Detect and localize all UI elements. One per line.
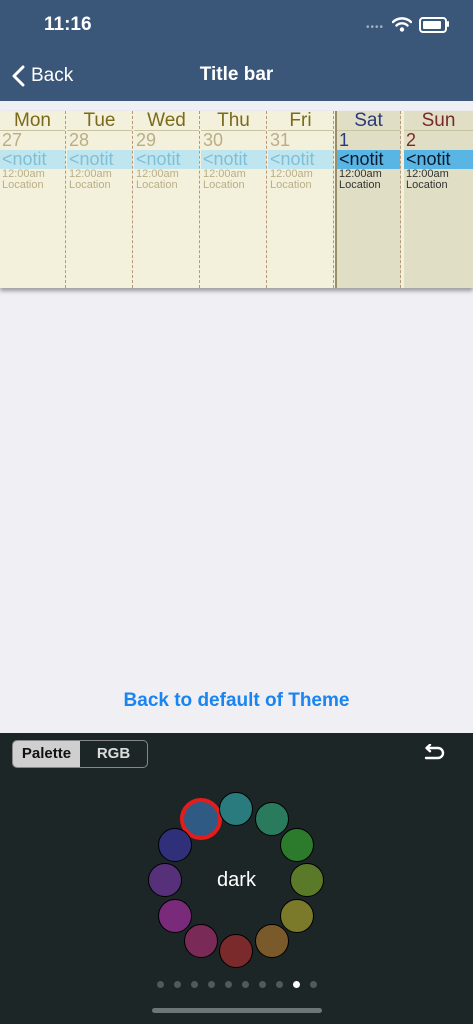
day-date: 31 <box>270 130 291 150</box>
reset-theme-link[interactable]: Back to default of Theme <box>0 690 473 712</box>
day-of-week: Fri <box>268 111 333 131</box>
event-title[interactable]: <notit <box>337 150 400 169</box>
event-location: Location <box>136 179 178 191</box>
day-date: 30 <box>203 130 224 150</box>
color-swatch[interactable] <box>219 792 253 826</box>
home-indicator <box>152 1008 322 1013</box>
day-date: 2 <box>406 130 417 150</box>
color-name-label: dark <box>217 869 256 891</box>
day-column-fri[interactable]: Fri 31 <notit 12:00am Location <box>268 111 334 288</box>
color-swatch[interactable] <box>280 827 315 862</box>
day-of-week: Sun <box>404 111 473 131</box>
color-swatch[interactable] <box>219 934 253 968</box>
event-title[interactable]: <notit <box>404 150 473 169</box>
header: 11:16 •••• Back Title bar <box>0 0 473 101</box>
event-location: Location <box>339 179 381 191</box>
event-title[interactable]: <notit <box>268 150 333 169</box>
page-dot[interactable] <box>309 981 317 988</box>
day-column-sat[interactable]: Sat 1 <notit 12:00am Location <box>335 111 401 288</box>
day-of-week: Thu <box>201 111 266 131</box>
page-dot[interactable] <box>258 981 266 988</box>
color-swatch[interactable] <box>280 898 315 933</box>
day-of-week: Mon <box>0 111 65 131</box>
day-column-thu[interactable]: Thu 30 <notit 12:00am Location <box>201 111 267 288</box>
event-location: Location <box>406 179 448 191</box>
wifi-icon <box>392 17 412 32</box>
color-swatch[interactable] <box>157 898 192 933</box>
day-column-sun[interactable]: Sun 2 <notit 12:00am Location <box>404 111 473 288</box>
page-dot[interactable] <box>241 981 249 988</box>
event-location: Location <box>270 179 312 191</box>
event-title[interactable]: <notit <box>134 150 199 169</box>
page-indicator[interactable] <box>0 975 473 993</box>
status-time: 11:16 <box>44 14 92 35</box>
event-title[interactable]: <notit <box>201 150 266 169</box>
color-swatch[interactable] <box>157 827 192 862</box>
day-of-week: Tue <box>67 111 132 131</box>
page-dot[interactable] <box>190 981 198 988</box>
day-date: 29 <box>136 130 157 150</box>
event-location: Location <box>2 179 44 191</box>
event-location: Location <box>69 179 111 191</box>
color-swatch[interactable] <box>183 924 218 959</box>
event-title[interactable]: <notit <box>0 150 65 169</box>
page-title: Title bar <box>199 64 274 85</box>
page-dot[interactable] <box>275 981 283 988</box>
day-date: 1 <box>339 130 350 150</box>
day-column-mon[interactable]: Mon 27 <notit 12:00am Location <box>0 111 66 288</box>
day-of-week: Sat <box>337 111 400 131</box>
color-picker-panel: Palette RGB dark <box>0 733 473 1024</box>
color-swatch[interactable] <box>254 924 289 959</box>
event-location: Location <box>203 179 245 191</box>
battery-icon <box>419 17 447 33</box>
day-of-week: Wed <box>134 111 199 131</box>
day-date: 27 <box>2 130 23 150</box>
calendar-preview: Mon 27 <notit 12:00am Location Tue 28 <n… <box>0 111 473 288</box>
color-swatch[interactable] <box>254 801 289 836</box>
day-column-tue[interactable]: Tue 28 <notit 12:00am Location <box>67 111 133 288</box>
page-dot[interactable] <box>156 981 164 988</box>
battery-nub <box>447 21 449 27</box>
page-dot[interactable] <box>207 981 215 988</box>
day-date: 28 <box>69 130 90 150</box>
day-column-wed[interactable]: Wed 29 <notit 12:00am Location <box>134 111 200 288</box>
page-dot[interactable] <box>224 981 232 988</box>
signal-icon: •••• <box>366 22 385 33</box>
page-dot[interactable] <box>292 981 300 988</box>
event-title[interactable]: <notit <box>67 150 132 169</box>
page-dot[interactable] <box>173 981 181 988</box>
